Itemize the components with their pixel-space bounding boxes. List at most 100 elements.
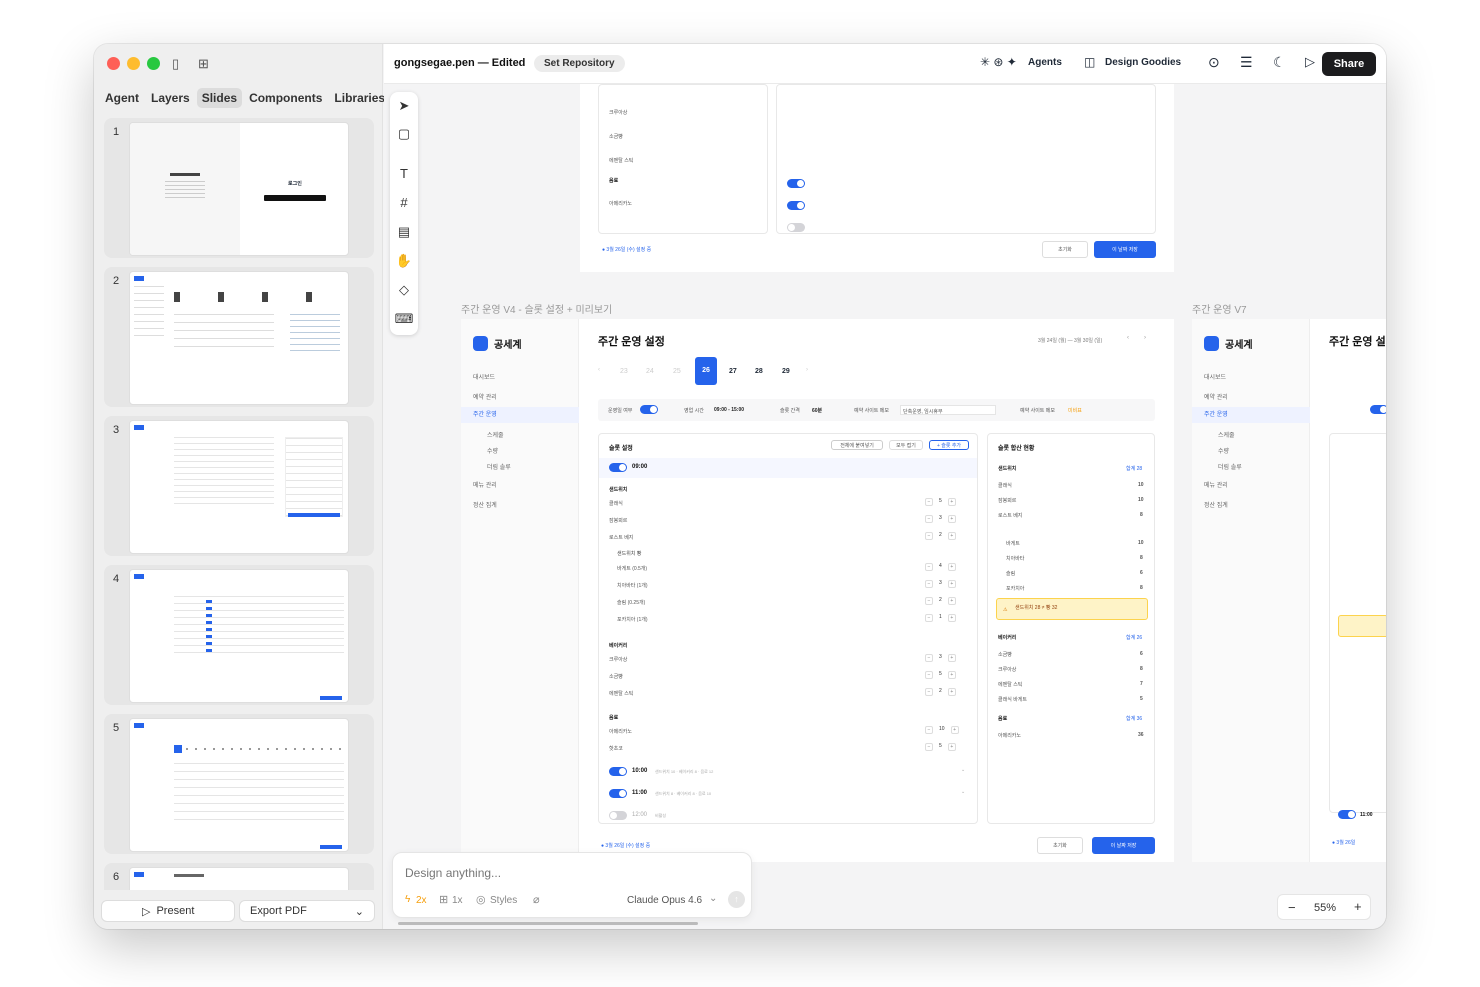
reset-button[interactable]: 초기화: [1037, 837, 1083, 854]
horizontal-scrollbar[interactable]: [398, 922, 698, 925]
tab-slides[interactable]: Slides: [196, 88, 243, 108]
day-chip[interactable]: 29: [782, 368, 790, 375]
frame-weekly-v7[interactable]: 공세계 대시보드 예약 관리 주간 운영 스케줄 수량 더림 솔루 메뉴 관리 …: [1192, 319, 1386, 862]
set-repository-button[interactable]: Set Repository: [534, 55, 625, 72]
tab-components[interactable]: Components: [244, 88, 327, 108]
moon-icon[interactable]: ☾: [1273, 54, 1286, 71]
settings-sliders-icon[interactable]: ☰: [1240, 54, 1253, 71]
pointer-icon[interactable]: ➤: [390, 98, 418, 114]
keyboard-icon[interactable]: ⌨: [390, 311, 418, 327]
minimize-window-button[interactable]: [127, 57, 140, 70]
quantity-stepper[interactable]: −5 +: [925, 743, 956, 751]
quantity-stepper[interactable]: −10 +: [925, 726, 959, 734]
component-icon[interactable]: ◇: [390, 282, 418, 298]
play-icon[interactable]: ▷: [1305, 54, 1315, 70]
agents-button[interactable]: Agents: [1028, 57, 1062, 68]
menu-item-solution[interactable]: 더림 솔루: [1218, 462, 1242, 471]
sticky-note-icon[interactable]: ▤: [390, 224, 418, 240]
frame-weekly-v4[interactable]: 공세계 대시보드 예약 관리 주간 운영 스케줄 수량 더림 솔루 메뉴 관리 …: [461, 319, 1174, 862]
slot-toggle[interactable]: [1338, 810, 1356, 819]
day-chip[interactable]: 24: [646, 368, 654, 375]
quantity-stepper[interactable]: −2 +: [925, 597, 956, 605]
zoom-level[interactable]: 55%: [1314, 902, 1336, 914]
menu-item-weekly-ops[interactable]: 주간 운영: [461, 407, 579, 423]
model-selector[interactable]: Claude Opus 4.6: [627, 895, 702, 906]
quantity-stepper[interactable]: −4 +: [925, 563, 956, 571]
grid-icon[interactable]: ⊞: [198, 56, 209, 72]
day-chip[interactable]: 23: [620, 368, 628, 375]
prompt-input[interactable]: Design anything...: [405, 866, 501, 880]
slide-thumbnail[interactable]: 2: [104, 267, 374, 407]
save-date-button[interactable]: 이 날짜 저장: [1092, 837, 1155, 854]
share-button[interactable]: Share: [1322, 52, 1376, 76]
hours-value[interactable]: 09:00 - 15:00: [714, 407, 744, 413]
speed-2x-option[interactable]: 2x: [416, 895, 427, 906]
prompt-box[interactable]: Design anything... ϟ 2x ⊞ 1x ◎ Styles ⌀ …: [392, 852, 752, 918]
slide-thumbnail[interactable]: 6: [104, 863, 374, 890]
quantity-stepper[interactable]: −3 +: [925, 654, 956, 662]
rectangle-icon[interactable]: ▢: [390, 126, 418, 142]
tab-agent[interactable]: Agent: [100, 88, 144, 108]
speed-1x-option[interactable]: 1x: [452, 895, 463, 906]
tab-libraries[interactable]: Libraries: [329, 88, 390, 108]
menu-item-weekly-ops[interactable]: 주간 운영: [1192, 407, 1310, 423]
menu-item-solution[interactable]: 더림 솔루: [487, 462, 511, 471]
quantity-stepper[interactable]: −2 +: [925, 532, 956, 540]
sidebar-toggle-icon[interactable]: ▯: [172, 56, 179, 72]
operating-toggle[interactable]: [640, 405, 658, 414]
add-slot-button[interactable]: + 슬롯 추가: [929, 440, 969, 450]
quantity-stepper[interactable]: −5 +: [925, 498, 956, 506]
collapse-all-button[interactable]: 모두 접기: [889, 440, 923, 450]
operating-toggle[interactable]: [1370, 405, 1386, 414]
slot-value[interactable]: 60분: [812, 407, 822, 414]
day-chip[interactable]: 25: [673, 368, 681, 375]
quantity-stepper[interactable]: −5 +: [925, 671, 956, 679]
quantity-stepper[interactable]: −3 +: [925, 580, 956, 588]
frame-label[interactable]: 주간 운영 V7: [1192, 301, 1247, 316]
menu-item-settlement[interactable]: 정산 집계: [473, 500, 497, 509]
close-window-button[interactable]: [107, 57, 120, 70]
frame-label[interactable]: 주간 운영 V4 - 슬롯 설정 + 미리보기: [461, 301, 612, 316]
menu-item-schedule[interactable]: 스케줄: [487, 430, 504, 439]
next-week-icon[interactable]: ›: [1144, 335, 1146, 341]
slot-1000-toggle[interactable]: [609, 767, 627, 776]
slide-thumbnail[interactable]: 1 로그인: [104, 118, 374, 258]
quantity-stepper[interactable]: −3 +: [925, 515, 956, 523]
present-button[interactable]: ▷ Present: [101, 900, 235, 922]
paste-all-button[interactable]: 전체에 붙여넣기: [831, 440, 883, 450]
zoom-out-button[interactable]: −: [1288, 900, 1296, 915]
slide-thumbnail[interactable]: 3: [104, 416, 374, 556]
chevron-down-icon[interactable]: ⌄: [961, 767, 965, 773]
slot-0900-toggle[interactable]: [609, 463, 627, 472]
frame-partial-top[interactable]: 크루아상 소금빵 에멘탈 스틱 음료 아메리카노 ● 3월 26일 (수) 설정…: [580, 84, 1174, 272]
menu-item-quantity[interactable]: 수량: [487, 446, 498, 455]
menu-item-menu[interactable]: 메뉴 관리: [473, 480, 497, 489]
slide-thumbnail[interactable]: 5: [104, 714, 374, 854]
menu-item-schedule[interactable]: 스케줄: [1218, 430, 1235, 439]
site-memo-input[interactable]: 단축운영, 임시휴무: [900, 405, 996, 415]
day-chip[interactable]: 28: [755, 368, 763, 375]
day-chip-selected[interactable]: 26: [695, 357, 717, 385]
user-icon[interactable]: ⊙: [1208, 54, 1220, 71]
menu-item-menu[interactable]: 메뉴 관리: [1204, 480, 1228, 489]
frame-icon[interactable]: #: [390, 195, 418, 210]
menu-item-settlement[interactable]: 정산 집계: [1204, 500, 1228, 509]
send-button[interactable]: ↑: [728, 891, 745, 908]
menu-item-dashboard[interactable]: 대시보드: [1204, 372, 1226, 381]
prev-week-icon[interactable]: ‹: [1127, 335, 1129, 341]
menu-item-reservations[interactable]: 예약 관리: [1204, 392, 1228, 401]
day-chip[interactable]: 27: [729, 368, 737, 375]
chevron-down-icon[interactable]: ⌄: [961, 789, 965, 795]
tab-layers[interactable]: Layers: [146, 88, 195, 108]
quantity-stepper[interactable]: −1 +: [925, 614, 956, 622]
site-memo2-value[interactable]: 미비표: [1068, 407, 1082, 414]
design-canvas[interactable]: gongsegae.pen — Edited Set Repository ✳ …: [384, 44, 1386, 929]
menu-item-reservations[interactable]: 예약 관리: [473, 392, 497, 401]
design-goodies-button[interactable]: Design Goodies: [1105, 57, 1181, 68]
text-icon[interactable]: T: [390, 166, 418, 181]
slide-thumbnail[interactable]: 4: [104, 565, 374, 705]
maximize-window-button[interactable]: [147, 57, 160, 70]
menu-item-dashboard[interactable]: 대시보드: [473, 372, 495, 381]
zoom-in-button[interactable]: +: [1354, 899, 1362, 914]
menu-item-quantity[interactable]: 수량: [1218, 446, 1229, 455]
